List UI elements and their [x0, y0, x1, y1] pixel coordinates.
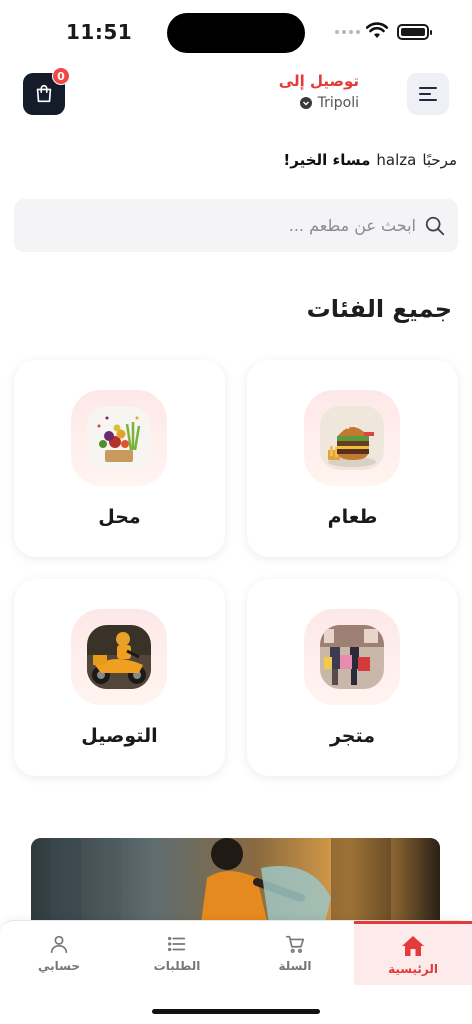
search-bar[interactable] [14, 199, 458, 252]
location-name: Tripoli [317, 95, 359, 111]
status-bar: 11:51 [0, 0, 472, 62]
nav-cart-label: السلة [278, 959, 312, 973]
menu-button[interactable] [407, 73, 449, 115]
deliver-to-label: توصيل إلى [278, 72, 359, 90]
nav-account[interactable]: حسابي [0, 921, 118, 985]
greeting-welcome: مرحبًا [422, 151, 457, 169]
home-icon [402, 935, 424, 956]
category-card-food[interactable]: طعام [247, 360, 458, 557]
greeting: مرحبًا halza مساء الخير! [283, 151, 457, 169]
home-indicator [152, 1009, 320, 1014]
delivery-scooter-image [87, 625, 151, 689]
nav-home[interactable]: الرئيسية [354, 921, 472, 985]
nav-account-label: حسابي [37, 959, 80, 973]
list-icon [168, 936, 186, 952]
greeting-username: halza [376, 151, 417, 169]
battery-icon [397, 24, 432, 40]
vegetables-image [87, 406, 151, 470]
search-input[interactable] [26, 216, 416, 235]
cart-icon [285, 935, 305, 953]
dynamic-island [167, 13, 305, 53]
category-card-shop[interactable]: متجر [247, 579, 458, 776]
user-icon [50, 935, 68, 954]
category-label-store: محل [98, 506, 141, 528]
status-time: 11:51 [66, 20, 133, 44]
burger-image [320, 406, 384, 470]
signal-icon [335, 30, 360, 34]
nav-cart[interactable]: السلة [236, 921, 354, 985]
search-icon [425, 216, 445, 235]
cart-count-badge: 0 [52, 67, 70, 85]
category-label-delivery: التوصيل [81, 725, 158, 747]
nav-orders-label: الطلبات [153, 959, 201, 973]
category-label-food: طعام [327, 506, 378, 528]
menu-icon [419, 87, 437, 101]
nav-home-label: الرئيسية [388, 961, 438, 976]
chevron-down-icon [299, 97, 312, 109]
category-card-store[interactable]: محل [14, 360, 225, 557]
shopping-bag-icon [36, 84, 52, 103]
greeting-salutation: مساء الخير! [283, 151, 371, 169]
shopping-image [320, 625, 384, 689]
categories-title: جميع الفئات [306, 295, 452, 323]
wifi-icon [366, 22, 388, 38]
category-label-shop: متجر [329, 725, 376, 747]
nav-orders[interactable]: الطلبات [118, 921, 236, 985]
category-card-delivery[interactable]: التوصيل [14, 579, 225, 776]
delivery-location[interactable]: توصيل إلى Tripoli [279, 72, 359, 111]
